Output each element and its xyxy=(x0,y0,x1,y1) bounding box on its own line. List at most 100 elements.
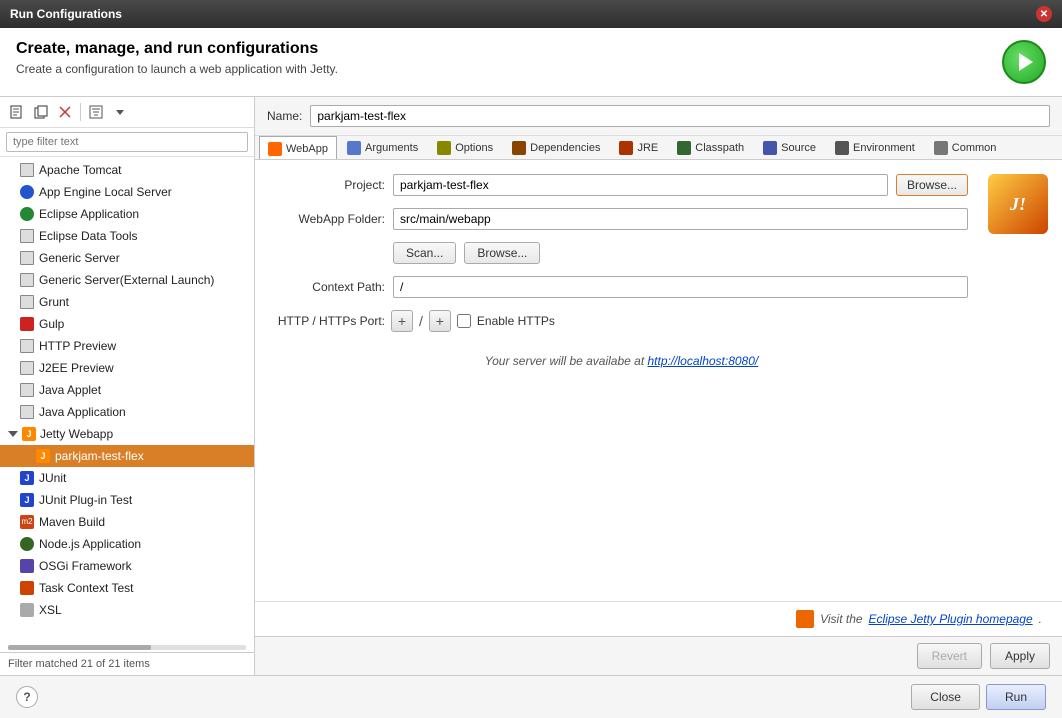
footer-suffix: . xyxy=(1039,612,1042,626)
list-item[interactable]: Eclipse Application xyxy=(0,203,254,225)
list-item[interactable]: Apache Tomcat xyxy=(0,159,254,181)
port-label: HTTP / HTTPs Port: xyxy=(275,314,385,328)
revert-button[interactable]: Revert xyxy=(917,643,982,669)
list-item[interactable]: Eclipse Data Tools xyxy=(0,225,254,247)
title-bar-text: Run Configurations xyxy=(10,7,122,21)
scan-button[interactable]: Scan... xyxy=(393,242,456,264)
left-footer: Filter matched 21 of 21 items xyxy=(0,652,254,675)
list-item[interactable]: Java Application xyxy=(0,401,254,423)
webapp-folder-label: WebApp Folder: xyxy=(275,212,385,226)
maven-icon: m2 xyxy=(20,515,34,529)
list-item[interactable]: J JUnit Plug-in Test xyxy=(0,489,254,511)
copy-config-button[interactable] xyxy=(30,101,52,123)
dialog-heading: Create, manage, and run configurations xyxy=(16,40,338,58)
item-label: JUnit Plug-in Test xyxy=(39,493,132,507)
help-button[interactable]: ? xyxy=(16,686,38,708)
list-item[interactable]: Java Applet xyxy=(0,379,254,401)
browse-project-button[interactable]: Browse... xyxy=(896,174,968,196)
tab-source[interactable]: Source xyxy=(754,136,825,159)
server-link[interactable]: http://localhost:8080/ xyxy=(648,354,759,368)
enable-https-checkbox[interactable] xyxy=(457,314,471,328)
list-item[interactable]: J2EE Preview xyxy=(0,357,254,379)
tab-webapp[interactable]: WebApp xyxy=(259,136,337,160)
item-label: Jetty Webapp xyxy=(40,427,113,441)
name-label: Name: xyxy=(267,109,302,123)
list-item[interactable]: Gulp xyxy=(0,313,254,335)
run-icon-triangle xyxy=(1019,53,1033,71)
list-item[interactable]: m2 Maven Build xyxy=(0,511,254,533)
port-separator: / xyxy=(419,313,423,329)
j2ee-icon xyxy=(20,361,34,375)
name-input[interactable] xyxy=(310,105,1050,127)
scan-browse-row: Scan... Browse... xyxy=(393,242,968,264)
browse-webapp-button[interactable]: Browse... xyxy=(464,242,540,264)
list-item[interactable]: App Engine Local Server xyxy=(0,181,254,203)
webapp-folder-input[interactable] xyxy=(393,208,968,230)
toolbar-separator xyxy=(80,103,81,121)
item-label: Generic Server(External Launch) xyxy=(39,273,214,287)
context-path-input[interactable] xyxy=(393,276,968,298)
junit-plugin-icon: J xyxy=(20,493,34,507)
jetty-icon: J xyxy=(22,427,36,441)
tab-classpath[interactable]: Classpath xyxy=(668,136,753,159)
server-notice-text: Your server will be availabe at xyxy=(485,354,648,368)
common-tab-icon xyxy=(934,141,948,155)
close-icon[interactable]: ✕ xyxy=(1036,6,1052,22)
footer-right: Close Run xyxy=(911,684,1046,710)
tab-common[interactable]: Common xyxy=(925,136,1006,159)
config-footer: Revert Apply xyxy=(255,636,1062,675)
tab-arguments[interactable]: Arguments xyxy=(338,136,427,159)
filter-input[interactable] xyxy=(6,132,248,152)
run-icon[interactable] xyxy=(1002,40,1046,84)
delete-config-button[interactable] xyxy=(54,101,76,123)
list-item[interactable]: Node.js Application xyxy=(0,533,254,555)
webapp-tab-icon xyxy=(268,142,282,156)
tab-environment[interactable]: Environment xyxy=(826,136,924,159)
list-item[interactable]: OSGi Framework xyxy=(0,555,254,577)
item-label: Gulp xyxy=(39,317,64,331)
list-item-selected[interactable]: J parkjam-test-flex xyxy=(0,445,254,467)
http-port-button[interactable]: + xyxy=(391,310,413,332)
port-row: HTTP / HTTPs Port: + / + Enable HTTPs xyxy=(275,310,968,332)
webapp-folder-row: WebApp Folder: xyxy=(275,208,968,230)
list-item[interactable]: Generic Server xyxy=(0,247,254,269)
list-item[interactable]: Grunt xyxy=(0,291,254,313)
dialog-subtext: Create a configuration to launch a web a… xyxy=(16,62,338,76)
jetty-homepage-link[interactable]: Eclipse Jetty Plugin homepage xyxy=(869,612,1033,626)
list-item[interactable]: J JUnit xyxy=(0,467,254,489)
tab-label: Source xyxy=(781,142,816,154)
list-item[interactable]: J Jetty Webapp xyxy=(0,423,254,445)
project-input[interactable] xyxy=(393,174,888,196)
item-label: Eclipse Data Tools xyxy=(39,229,138,243)
dropdown-button[interactable] xyxy=(109,101,131,123)
deps-tab-icon xyxy=(512,141,526,155)
env-tab-icon xyxy=(835,141,849,155)
list-item[interactable]: HTTP Preview xyxy=(0,335,254,357)
java-app-icon xyxy=(20,405,34,419)
apply-button[interactable]: Apply xyxy=(990,643,1050,669)
https-port-button[interactable]: + xyxy=(429,310,451,332)
list-item[interactable]: Generic Server(External Launch) xyxy=(0,269,254,291)
item-label: App Engine Local Server xyxy=(39,185,172,199)
tab-label: JRE xyxy=(637,142,658,154)
filter-button[interactable] xyxy=(85,101,107,123)
new-config-button[interactable] xyxy=(6,101,28,123)
tab-dependencies[interactable]: Dependencies xyxy=(503,136,609,159)
jetty-logo-area: J! xyxy=(988,160,1062,601)
tab-jre[interactable]: JRE xyxy=(610,136,667,159)
run-button[interactable]: Run xyxy=(986,684,1046,710)
close-dialog-button[interactable]: Close xyxy=(911,684,980,710)
args-tab-icon xyxy=(347,141,361,155)
tab-label: Common xyxy=(952,142,997,154)
list-item[interactable]: Task Context Test xyxy=(0,577,254,599)
generic-icon xyxy=(20,251,34,265)
left-panel: Apache Tomcat App Engine Local Server Ec… xyxy=(0,97,255,675)
filter-status: Filter matched 21 of 21 items xyxy=(8,658,150,670)
server-notice: Your server will be availabe at http://l… xyxy=(275,354,968,368)
tab-options[interactable]: Options xyxy=(428,136,502,159)
list-item[interactable]: XSL xyxy=(0,599,254,621)
dialog: Create, manage, and run configurations C… xyxy=(0,28,1062,718)
footer-notice-text: Visit the xyxy=(820,612,862,626)
app-engine-icon xyxy=(20,185,34,199)
jetty-logo-text: J! xyxy=(1010,194,1026,215)
